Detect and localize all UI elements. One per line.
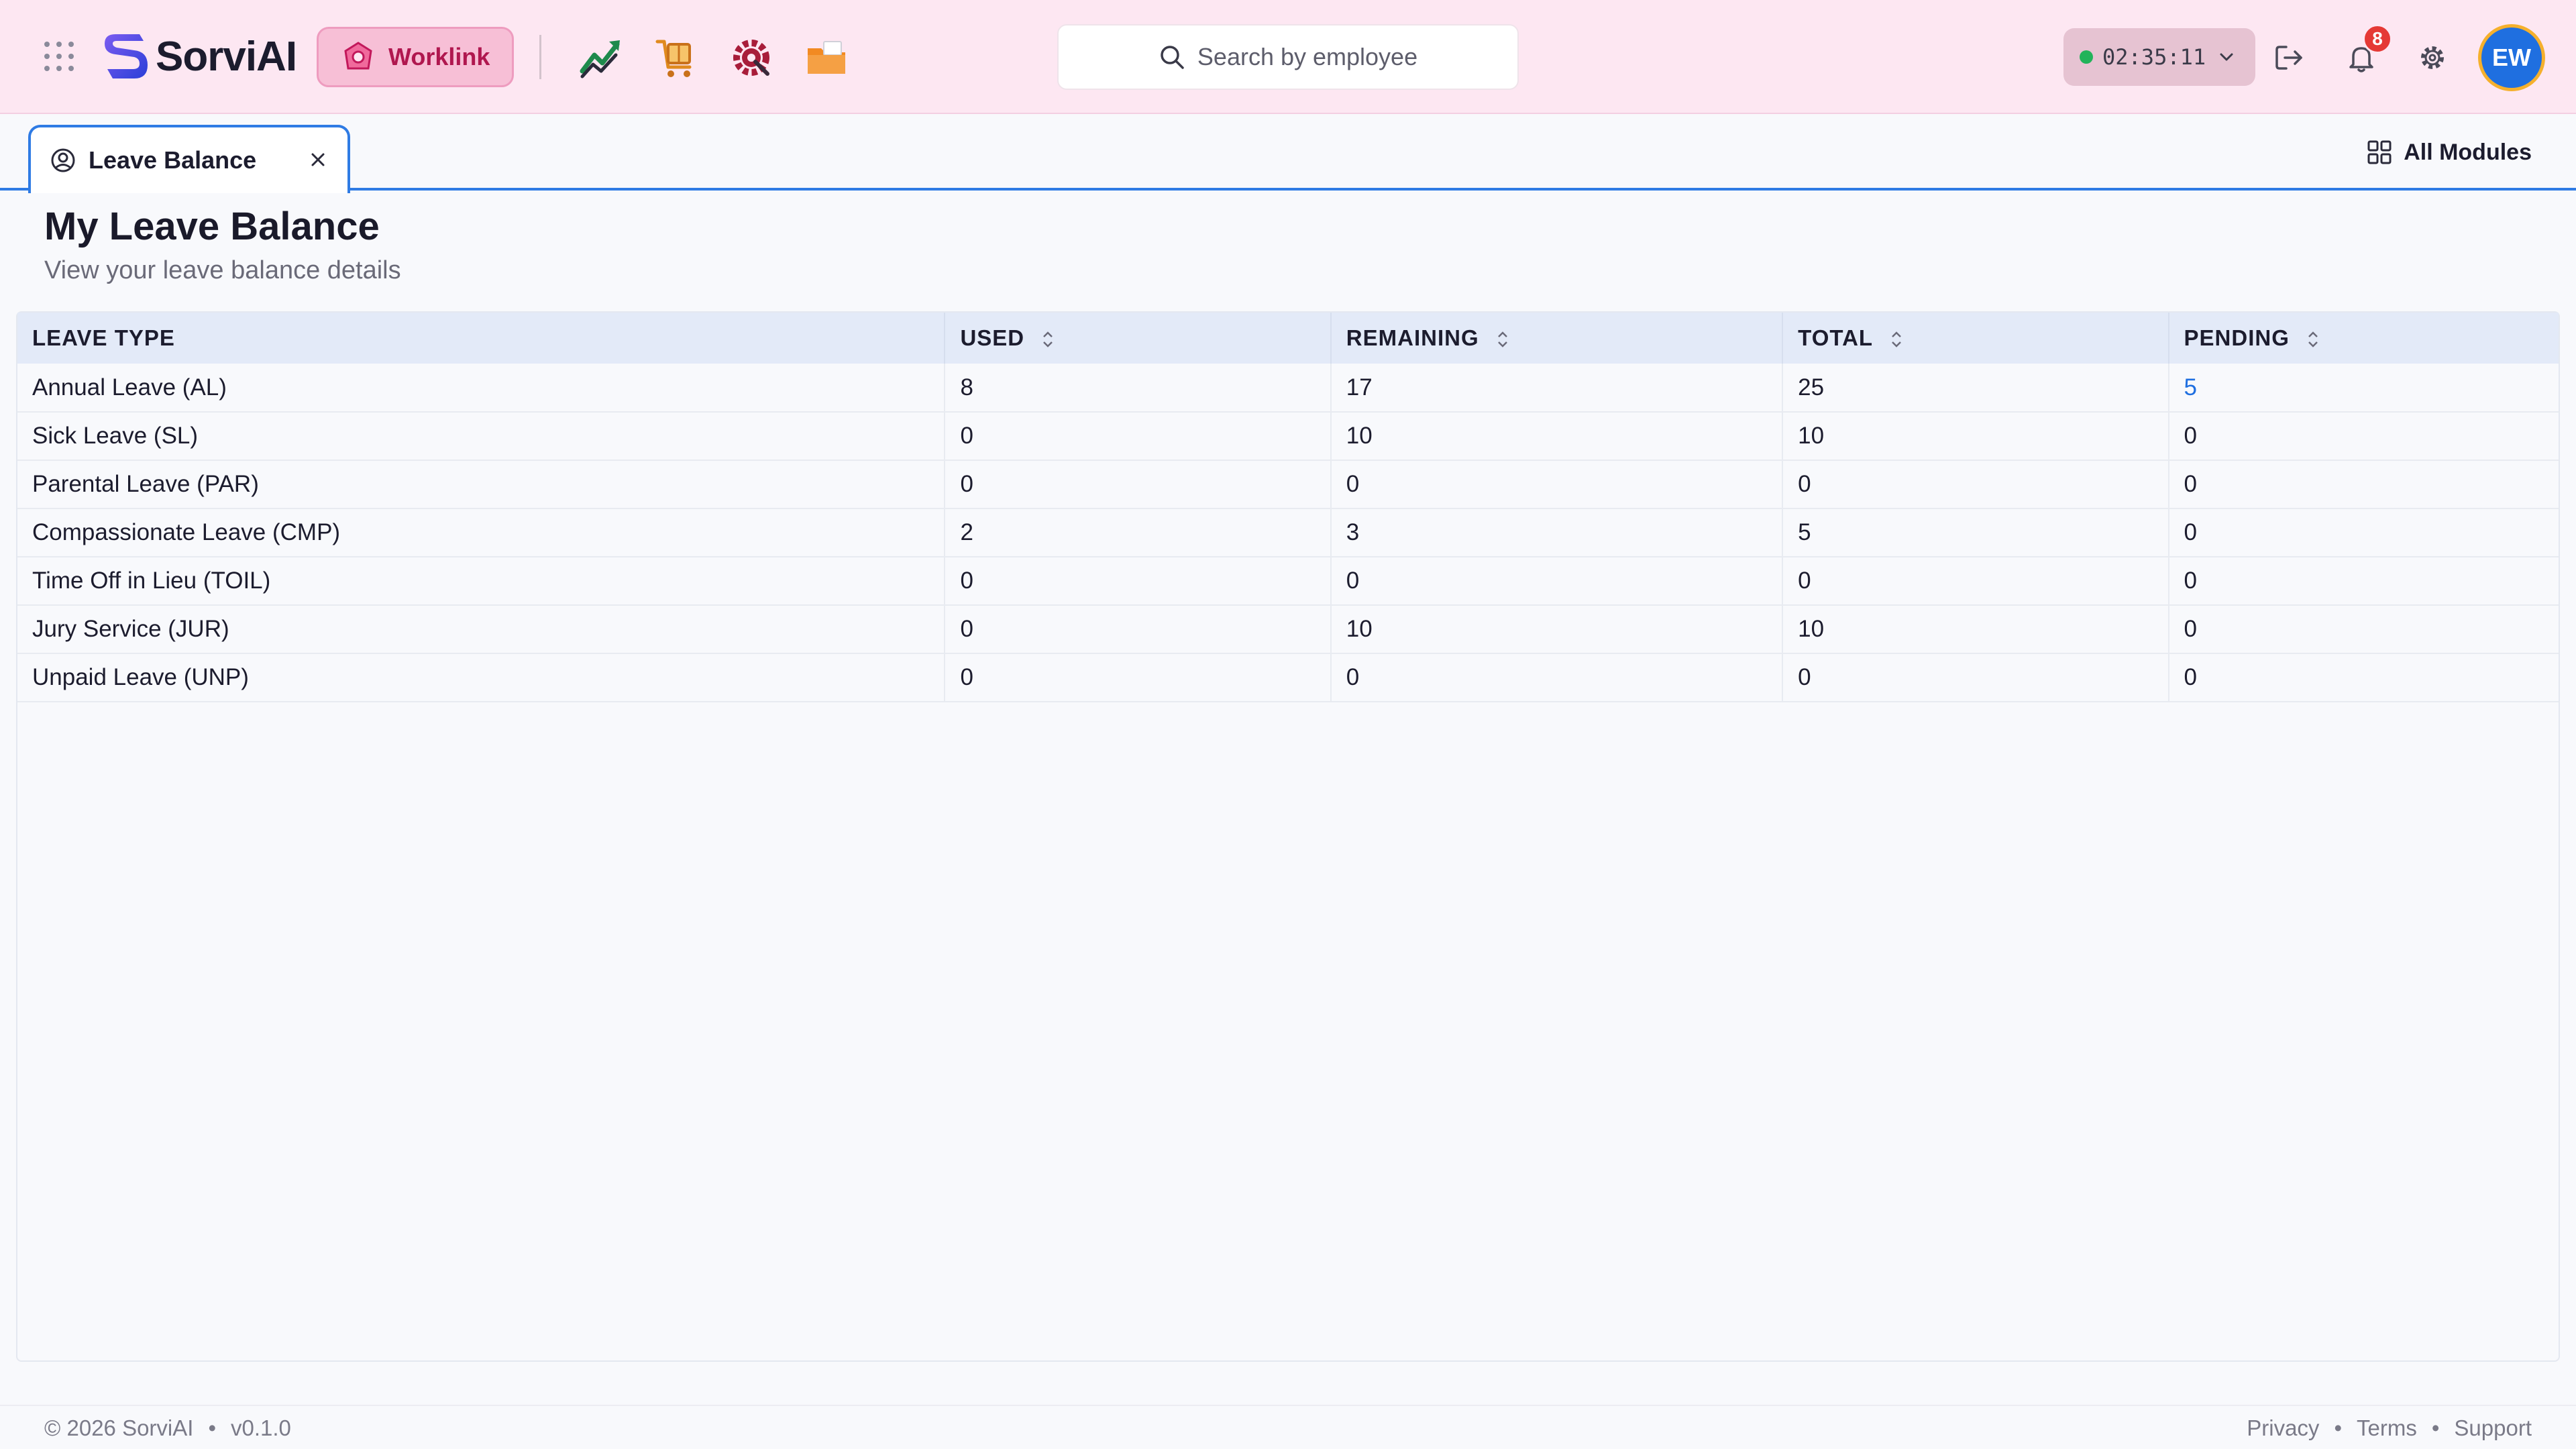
cell-pending: 0 [2168,557,2559,605]
chevron-down-icon [2220,53,2233,61]
header-divider [539,35,541,79]
table-row: Parental Leave (PAR) 0 0 0 0 [17,460,2559,508]
cell-used: 0 [945,412,1332,460]
cell-leave-type: Sick Leave (SL) [17,412,946,460]
worklink-module-chip[interactable]: Worklink [317,27,514,87]
sort-icon[interactable] [2306,328,2320,351]
cell-used: 0 [945,557,1332,605]
table-row: Unpaid Leave (UNP) 0 0 0 0 [17,653,2559,702]
cell-used: 0 [945,653,1332,702]
logout-icon[interactable] [2273,42,2305,74]
timer-status-dot [2080,50,2093,64]
cell-total: 10 [1782,412,2169,460]
cell-total: 0 [1782,557,2169,605]
tab-leave-balance[interactable]: Leave Balance [28,125,350,193]
sort-icon[interactable] [1495,328,1510,351]
column-header-pending[interactable]: PENDING [2169,313,2559,364]
footer-left: © 2026 SorviAI • v0.1.0 [44,1415,291,1440]
cell-used: 8 [945,364,1332,412]
column-header-remaining[interactable]: REMAINING [1330,313,1784,364]
cell-pending: 0 [2168,460,2559,508]
cell-remaining: 0 [1330,653,1784,702]
column-header-used[interactable]: USED [945,313,1332,364]
folder-icon[interactable] [804,35,849,80]
table-row: Annual Leave (AL) 8 17 25 5 [17,364,2559,412]
table-row: Compassionate Leave (CMP) 2 3 5 0 [17,508,2559,557]
brand-logo[interactable]: SorviAI [101,30,297,83]
employee-search[interactable]: Search by employee [1057,24,1519,90]
cell-pending: 0 [2168,412,2559,460]
cell-leave-type: Compassionate Leave (CMP) [17,508,946,557]
version-text: v0.1.0 [231,1415,291,1440]
tab-label: Leave Balance [89,146,257,174]
cell-used: 2 [945,508,1332,557]
cell-total: 25 [1782,364,2169,412]
tabs-bar: Leave Balance All Modules [0,115,2576,193]
search-placeholder: Search by employee [1197,43,1418,70]
cell-leave-type: Annual Leave (AL) [17,364,946,412]
table-row: Time Off in Lieu (TOIL) 0 0 0 0 [17,557,2559,605]
cell-remaining: 3 [1330,508,1784,557]
worklink-icon [344,42,372,70]
cell-leave-type: Jury Service (JUR) [17,605,946,653]
privacy-link[interactable]: Privacy [2247,1415,2319,1440]
app-grid-icon[interactable] [44,42,74,71]
footer-links: Privacy • Terms • Support [2247,1415,2532,1440]
cell-remaining: 17 [1330,364,1784,412]
cell-leave-type: Time Off in Lieu (TOIL) [17,557,946,605]
cell-pending: 0 [2168,508,2559,557]
cell-total: 5 [1782,508,2169,557]
page-subtitle: View your leave balance details [44,256,401,284]
top-bar: SorviAI Worklink Search by employee 02:3… [0,0,2576,114]
user-avatar[interactable]: EW [2478,24,2545,91]
cell-leave-type: Parental Leave (PAR) [17,460,946,508]
table-row: Sick Leave (SL) 0 10 10 0 [17,412,2559,460]
cell-remaining: 10 [1330,605,1784,653]
gear-wrench-icon[interactable] [729,35,774,80]
cell-total: 0 [1782,460,2169,508]
column-header-leave-type: LEAVE TYPE [17,313,946,364]
worklink-label: Worklink [388,43,490,70]
cell-used: 0 [945,460,1332,508]
work-timer-dropdown[interactable]: 02:35:11 [2063,28,2255,86]
trending-chart-icon[interactable] [578,35,624,80]
all-modules-button[interactable]: All Modules [2366,136,2532,169]
cell-pending-link[interactable]: 5 [2168,364,2559,412]
timer-time: 02:35:11 [2102,44,2206,70]
cell-leave-type: Unpaid Leave (UNP) [17,653,946,702]
close-icon[interactable] [309,150,327,169]
footer: © 2026 SorviAI • v0.1.0 Privacy • Terms • Supp… [0,1405,2576,1449]
cell-remaining: 0 [1330,460,1784,508]
terms-link[interactable]: Terms [2357,1415,2417,1440]
gear-icon[interactable] [2416,42,2449,74]
table-header-row: LEAVE TYPE USED REMAINING TOTAL PENDING [17,313,2559,364]
table-row: Jury Service (JUR) 0 10 10 0 [17,605,2559,653]
cell-used: 0 [945,605,1332,653]
cell-pending: 0 [2168,605,2559,653]
copyright-text: © 2026 SorviAI [44,1415,194,1440]
notification-badge: 8 [2363,24,2392,54]
sort-icon[interactable] [1889,328,1904,351]
user-circle-icon [51,148,75,172]
logo-mark-icon [105,34,148,78]
cell-pending: 0 [2168,653,2559,702]
cell-total: 10 [1782,605,2169,653]
grid-modules-icon [2367,140,2392,164]
shopping-cart-box-icon[interactable] [653,35,699,80]
cell-total: 0 [1782,653,2169,702]
brand-name: SorviAI [156,33,297,80]
search-icon [1161,46,1184,69]
support-link[interactable]: Support [2454,1415,2532,1440]
all-modules-label: All Modules [2404,139,2532,165]
column-header-total[interactable]: TOTAL [1782,313,2169,364]
leave-balance-table: LEAVE TYPE USED REMAINING TOTAL PENDING … [16,311,2560,1362]
cell-remaining: 10 [1330,412,1784,460]
cell-remaining: 0 [1330,557,1784,605]
page-title: My Leave Balance [44,205,380,248]
sort-icon[interactable] [1040,328,1055,351]
